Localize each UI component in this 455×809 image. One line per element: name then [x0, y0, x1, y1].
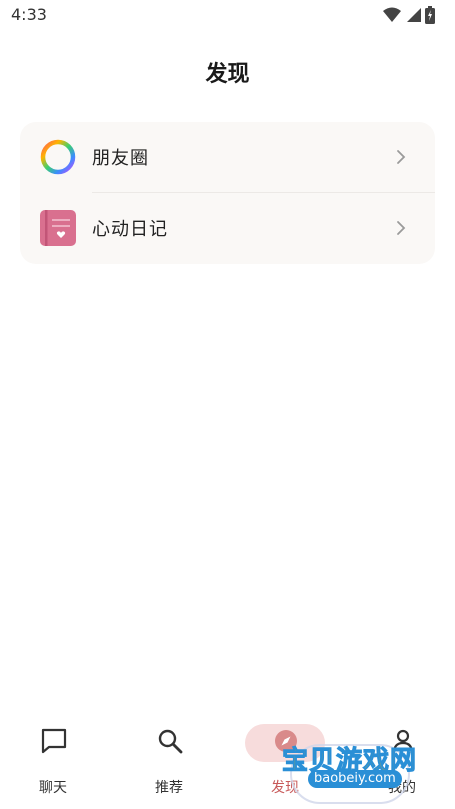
- signal-icon: [407, 8, 421, 22]
- user-icon: [392, 729, 414, 754]
- status-time: 4:33: [11, 5, 47, 24]
- tab-me[interactable]: 我的: [362, 726, 442, 796]
- status-bar: 4:33: [0, 0, 455, 30]
- status-icons: [383, 6, 435, 24]
- battery-icon: [425, 6, 435, 24]
- page-title: 发现: [205, 62, 250, 87]
- chevron-right-icon: [397, 221, 406, 235]
- list-item-moments[interactable]: 朋友圈: [20, 122, 435, 193]
- tab-label: 我的: [388, 780, 416, 796]
- tab-recommend[interactable]: 推荐: [129, 726, 209, 796]
- chevron-right-icon: [397, 150, 406, 164]
- compass-icon: [275, 730, 297, 752]
- list-item-label: 心动日记: [92, 219, 168, 240]
- color-ring-icon: [40, 139, 76, 175]
- tab-label: 发现: [271, 780, 299, 796]
- tab-discover[interactable]: 发现: [245, 724, 325, 796]
- list-item-label: 朋友圈: [92, 148, 149, 169]
- search-icon: [158, 729, 183, 754]
- chat-bubble-icon: [41, 728, 67, 754]
- tab-label: 推荐: [155, 780, 183, 796]
- list-item-heart-diary[interactable]: 心动日记: [20, 193, 435, 264]
- tab-chat[interactable]: 聊天: [13, 726, 93, 796]
- diary-book-icon: [40, 210, 76, 246]
- wifi-icon: [383, 7, 401, 22]
- bottom-tab-bar: 聊天 推荐 发现 我的: [0, 718, 455, 809]
- tab-label: 聊天: [39, 780, 67, 796]
- discover-list-card: 朋友圈 心动日记: [20, 122, 435, 264]
